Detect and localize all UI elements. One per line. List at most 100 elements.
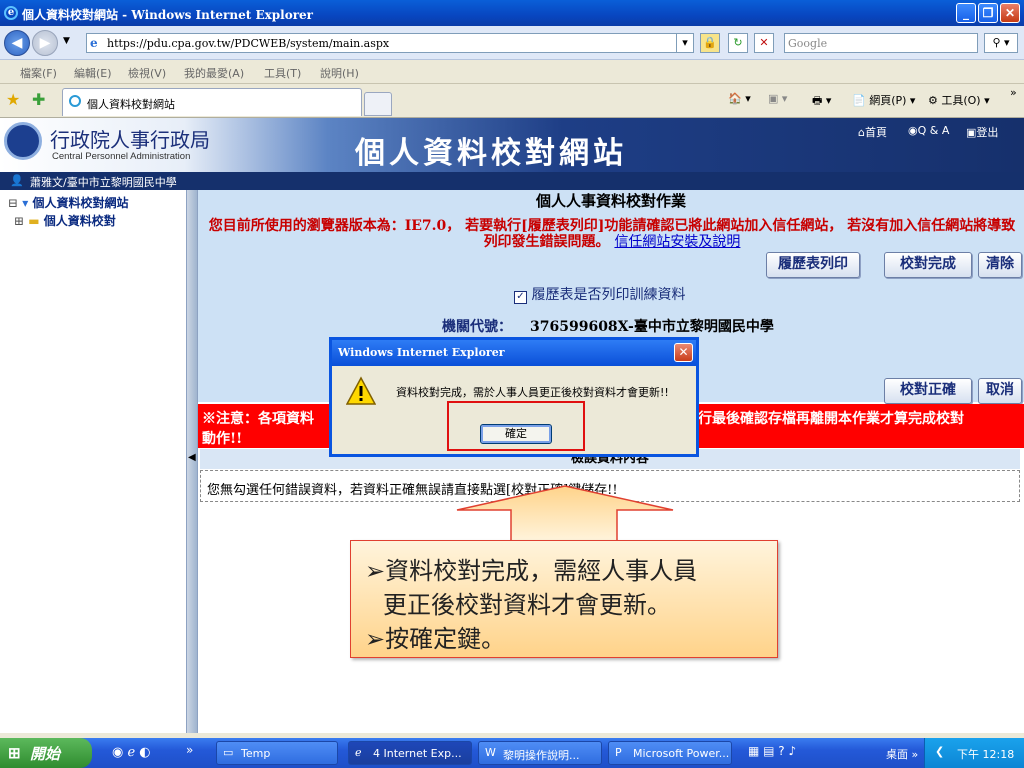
home-link[interactable]: ⌂首頁 (858, 124, 887, 140)
trusted-site-link[interactable]: 信任網站安裝及說明 (614, 234, 740, 250)
notice-text-right: 行最後確認存檔再離開本作業才算完成校對 (698, 411, 964, 427)
task-label-temp: Temp (241, 747, 271, 760)
agency-code-label: 機關代號： (442, 319, 512, 335)
stop-button[interactable]: ✕ (754, 33, 774, 53)
add-favorite-icon[interactable]: ✚ (32, 90, 45, 109)
windows-logo-icon: ⊞ (8, 745, 21, 762)
tree-item-personal-data[interactable]: ⊞ ▬ 個人資料校對 (14, 212, 116, 229)
folder-task-icon: ▭ (223, 746, 234, 759)
task-internet-explorer[interactable]: ℯ 4 Internet Exp... (348, 741, 472, 765)
word-task-icon: W (485, 746, 496, 759)
logout-icon: ▣ (966, 126, 977, 139)
tree-root-label: 個人資料校對網站 (32, 196, 129, 210)
window-title: 個人資料校對網站 - Windows Internet Explorer (22, 8, 313, 22)
restore-button[interactable]: ❐ (978, 3, 998, 23)
user-icon: 👤 (10, 174, 24, 187)
check-done-button[interactable]: 校對完成 (884, 252, 972, 278)
frame-splitter[interactable]: ◀ (186, 190, 198, 733)
tools-menu-button[interactable]: ⚙ 工具(O) ▾ (928, 92, 990, 108)
tray-app-icons[interactable]: ▦ ▤ ? ♪ (748, 744, 796, 758)
menu-file[interactable]: 檔案(F) (20, 65, 57, 81)
refresh-button[interactable]: ↻ (728, 33, 748, 53)
page-menu-label: 網頁(P) (869, 94, 907, 107)
address-url: https://pdu.cpa.gov.tw/PDCWEB/system/mai… (107, 37, 390, 50)
menu-view[interactable]: 檢視(V) (128, 65, 166, 81)
expand-icon[interactable]: ⊞ (14, 214, 24, 228)
logout-link[interactable]: ▣登出 (966, 124, 998, 140)
chevron-icon[interactable]: » (1010, 86, 1017, 99)
home-icon[interactable]: 🏠 ▾ (728, 92, 751, 105)
tab-title: 個人資料校對網站 (87, 98, 175, 111)
notice-text-line2: 動作!! (202, 431, 243, 447)
confirm-correct-button[interactable]: 校對正確 (884, 378, 972, 404)
callout-line-1: ➢資料校對完成，需經人事人員 (365, 557, 698, 585)
site-node-icon: ▾ (22, 196, 29, 210)
minimize-button[interactable]: _ (956, 3, 976, 23)
menu-favorites[interactable]: 我的最愛(A) (184, 65, 244, 81)
search-button[interactable]: ⚲ ▾ (984, 33, 1018, 53)
quicklaunch-chevron-icon[interactable]: » (186, 743, 193, 757)
clock: 下午 12:18 (957, 748, 1015, 761)
search-input[interactable]: Google (784, 33, 978, 53)
ie-logo-icon: e (4, 6, 18, 20)
site-title: 個人資料校對網站 (355, 136, 627, 171)
menu-tools[interactable]: 工具(T) (264, 65, 301, 81)
menu-help[interactable]: 說明(H) (320, 65, 359, 81)
warning-icon (346, 376, 376, 405)
task-label-word: 黎明操作說明... (503, 749, 580, 762)
cancel-button[interactable]: 取消 (978, 378, 1022, 404)
tab-current[interactable]: 個人資料校對網站 (62, 88, 362, 116)
menu-edit[interactable]: 編輯(E) (74, 65, 112, 81)
callout-line-3: ➢按確定鍵。 (365, 625, 506, 653)
window-title-bar[interactable]: e 個人資料校對網站 - Windows Internet Explorer _… (0, 0, 1024, 26)
qa-icon: ◉ (908, 124, 918, 137)
tree-root[interactable]: ⊟ ▾ 個人資料校對網站 (8, 194, 128, 211)
desktop-label: 桌面 (886, 748, 908, 761)
task-label-ie: 4 Internet Exp... (373, 747, 462, 760)
close-window-button[interactable]: ✕ (1000, 3, 1020, 23)
qa-link[interactable]: ◉Q & A (908, 124, 949, 137)
cpa-logo-icon (4, 122, 42, 160)
page-menu-button[interactable]: 📄 網頁(P) ▾ (852, 92, 915, 108)
clear-button[interactable]: 清除 (978, 252, 1022, 278)
forward-button[interactable]: ▶ (32, 30, 58, 56)
loading-icon (69, 95, 81, 107)
collapse-arrow-icon[interactable]: ◀ (188, 452, 196, 463)
dialog-close-button[interactable]: ✕ (674, 343, 693, 362)
history-dropdown-icon[interactable]: ▼ (63, 36, 70, 46)
print-resume-button[interactable]: 履歷表列印 (766, 252, 860, 278)
task-powerpoint[interactable]: P Microsoft Power... (608, 741, 732, 765)
logout-link-label: 登出 (976, 126, 999, 139)
tray-arrow-icon[interactable]: ❮ (935, 745, 944, 758)
page-title: 個人人事資料校對作業 (198, 190, 1024, 212)
print-icon[interactable]: 🖶 ▾ (812, 92, 831, 111)
task-temp[interactable]: ▭ Temp (216, 741, 338, 765)
qa-link-label: Q & A (917, 124, 950, 137)
back-button[interactable]: ◀ (4, 30, 30, 56)
ie-task-icon: ℯ (355, 746, 362, 759)
desktop-toolbar[interactable]: 桌面 » (886, 746, 918, 762)
tools-menu-label: 工具(O) (941, 94, 981, 107)
user-name: 蕭雅文/臺中市立黎明國民中學 (30, 176, 177, 189)
callout-line-2: 更正後校對資料才會更新。 (383, 591, 671, 619)
address-dropdown-button[interactable]: ▾ (676, 33, 694, 53)
training-checkbox[interactable]: ✓ (514, 291, 527, 304)
favorites-star-icon[interactable]: ★ (6, 90, 20, 109)
dialog-title: Windows Internet Explorer (332, 340, 696, 366)
quicklaunch-icons[interactable]: ◉ ℯ ◐ (112, 745, 151, 760)
feeds-icon[interactable]: ▣ ▾ (768, 92, 787, 105)
task-word-doc[interactable]: W 黎明操作說明... (478, 741, 602, 765)
training-option[interactable]: ✓ 履歷表是否列印訓練資料 (514, 284, 685, 304)
folder-icon: ▬ (28, 214, 40, 228)
collapse-icon[interactable]: ⊟ (8, 196, 18, 210)
home-link-label: 首頁 (864, 126, 887, 139)
start-button[interactable]: ⊞ 開始 (0, 738, 92, 768)
new-tab-button[interactable] (364, 92, 392, 116)
address-bar[interactable]: e https://pdu.cpa.gov.tw/PDCWEB/system/m… (86, 33, 694, 53)
tab-bar: ★ ✚ 個人資料校對網站 🏠 ▾ ▣ ▾ 🖶 ▾ 📄 網頁(P) ▾ ⚙ 工具(… (0, 84, 1024, 118)
notice-text-left: ※注意：各項資料 (202, 411, 314, 427)
home-small-icon: ⌂ (858, 126, 865, 139)
system-tray: ❮ 下午 12:18 (924, 738, 1024, 768)
lock-icon[interactable]: 🔒 (700, 33, 720, 53)
task-label-powerpoint: Microsoft Power... (633, 747, 730, 760)
